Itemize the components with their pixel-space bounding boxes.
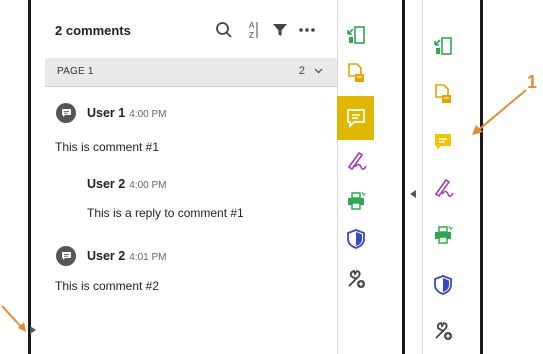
protect-icon[interactable] xyxy=(422,266,464,304)
sort-icon[interactable]: A Z xyxy=(243,20,263,40)
right-screenshot-panel xyxy=(402,0,483,354)
comment-tool-active[interactable] xyxy=(337,96,374,140)
comments-count-title: 2 comments xyxy=(55,23,131,38)
right-panel-left-border xyxy=(402,0,405,354)
page-label: PAGE 1 xyxy=(57,66,94,77)
print-production-icon[interactable] xyxy=(337,182,374,220)
more-tools-icon[interactable] xyxy=(422,312,464,350)
expand-panel-arrow-icon[interactable] xyxy=(408,188,418,200)
more-tools-icon[interactable] xyxy=(337,260,374,298)
search-icon[interactable] xyxy=(214,20,234,40)
tools-toolbar-left xyxy=(337,0,374,354)
callout-arrow-left-icon xyxy=(1,305,26,332)
chevron-down-icon xyxy=(314,68,323,74)
fill-sign-icon[interactable] xyxy=(422,168,464,206)
page-comment-count: 2 xyxy=(299,65,323,77)
comment-text[interactable]: This is comment #1 xyxy=(55,140,159,154)
filter-icon[interactable] xyxy=(270,20,290,40)
more-options-icon[interactable] xyxy=(297,20,317,40)
create-pdf-icon[interactable] xyxy=(337,54,374,92)
comment-author: User 1 4:00 PM xyxy=(87,106,167,120)
comments-header: 2 comments A Z xyxy=(41,0,337,58)
svg-text:A: A xyxy=(249,21,255,30)
comment-text[interactable]: This is comment #2 xyxy=(55,279,159,293)
reply-text[interactable]: This is a reply to comment #1 xyxy=(87,206,244,220)
comment-icon xyxy=(346,109,365,128)
comment-icon[interactable] xyxy=(422,123,464,161)
svg-text:Z: Z xyxy=(249,31,254,40)
comment-avatar-icon xyxy=(56,103,76,123)
create-pdf-icon[interactable] xyxy=(422,75,464,113)
comment-avatar-icon xyxy=(56,246,76,266)
fill-sign-icon[interactable] xyxy=(337,141,374,179)
right-panel-right-border xyxy=(480,0,483,354)
callout-arrow-icon xyxy=(472,89,527,135)
comments-pane: 2 comments A Z PAGE 1 2 User 1 4:00 PM T… xyxy=(41,0,337,354)
page-group-header[interactable]: PAGE 1 2 xyxy=(45,58,337,87)
export-pdf-icon[interactable] xyxy=(422,27,464,65)
print-production-icon[interactable] xyxy=(422,216,464,254)
export-pdf-icon[interactable] xyxy=(337,16,374,54)
reply-author: User 2 4:00 PM xyxy=(87,177,167,191)
comment-author: User 2 4:01 PM xyxy=(87,249,167,263)
protect-icon[interactable] xyxy=(337,220,374,258)
